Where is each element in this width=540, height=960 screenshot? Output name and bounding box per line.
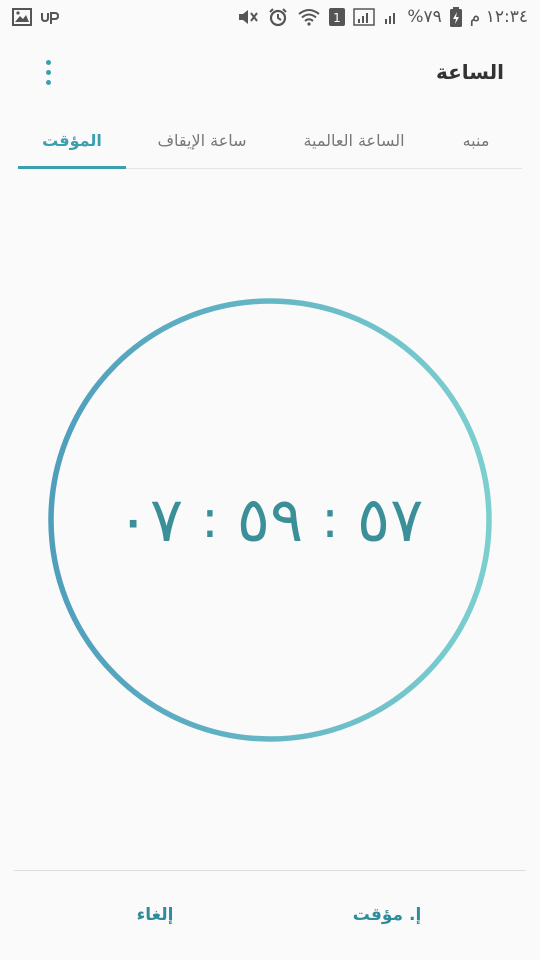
more-options-icon-dot bbox=[45, 69, 51, 75]
tab-world-clock[interactable]: الساعة العالمية bbox=[278, 112, 430, 168]
timer-separator: : bbox=[201, 490, 219, 550]
tab-alarm[interactable]: منبه bbox=[430, 112, 522, 168]
timer-minutes: ٥٩ bbox=[236, 483, 304, 556]
mute-icon bbox=[237, 8, 259, 26]
status-bar-left bbox=[12, 8, 60, 26]
timer-hours: ٠٧ bbox=[116, 483, 184, 556]
tab-bar: المؤقت ساعة الإيقاف الساعة العالمية منبه bbox=[18, 112, 522, 169]
more-options-icon bbox=[45, 59, 51, 65]
bottom-divider bbox=[14, 870, 526, 871]
more-options-button[interactable] bbox=[34, 52, 62, 92]
timer-separator: : bbox=[321, 490, 339, 550]
signal-icon bbox=[353, 8, 376, 26]
battery-icon bbox=[449, 7, 462, 27]
image-icon bbox=[12, 8, 32, 26]
app-bar: الساعة bbox=[0, 40, 540, 104]
status-time: ١٢:٣٤ م bbox=[469, 7, 528, 27]
more-options-icon-dot bbox=[45, 79, 51, 85]
cancel-button[interactable]: إلغاء bbox=[80, 880, 230, 950]
up-icon bbox=[40, 10, 60, 24]
status-bar: 1 %٧٩ ١٢:٣٤ م bbox=[0, 0, 540, 34]
bottom-action-bar: إلغاء إ. مؤقت bbox=[0, 880, 540, 950]
signal-bars-icon bbox=[383, 9, 399, 25]
page-title: الساعة bbox=[435, 60, 504, 84]
timer-display: ٠٧ : ٥٩ : ٥٧ bbox=[90, 470, 450, 570]
tab-timer[interactable]: المؤقت bbox=[18, 112, 126, 169]
tab-stopwatch[interactable]: ساعة الإيقاف bbox=[126, 112, 278, 168]
svg-text:1: 1 bbox=[334, 11, 342, 25]
status-bar-right: 1 %٧٩ ١٢:٣٤ م bbox=[237, 7, 528, 27]
timer-seconds: ٥٧ bbox=[356, 483, 424, 556]
sim-icon: 1 bbox=[329, 8, 346, 26]
wifi-icon bbox=[297, 8, 321, 26]
pause-timer-button[interactable]: إ. مؤقت bbox=[312, 880, 462, 950]
battery-percent: %٧٩ bbox=[407, 7, 442, 27]
alarm-icon bbox=[267, 7, 289, 27]
